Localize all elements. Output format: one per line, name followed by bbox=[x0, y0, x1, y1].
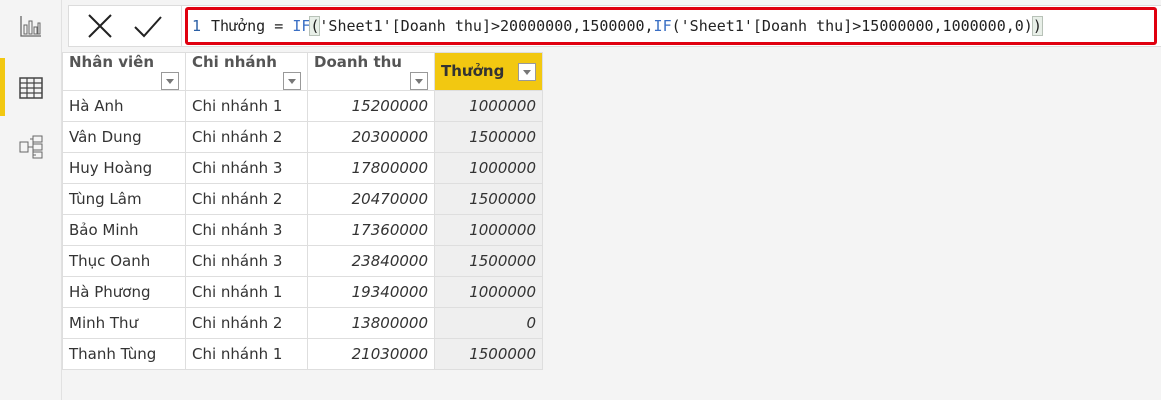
table-row: Thục Oanh Chi nhánh 3 23840000 1500000 bbox=[62, 245, 543, 277]
table-cell[interactable]: 17800000 bbox=[307, 152, 435, 184]
table-cell[interactable]: 1500000 bbox=[434, 245, 543, 277]
dax-formula-input[interactable]: 1 Thưởng = IF('Sheet1'[Doanh thu]>2000000… bbox=[185, 7, 1157, 45]
active-view-indicator bbox=[0, 58, 5, 116]
table-row: Vân Dung Chi nhánh 2 20300000 1500000 bbox=[62, 121, 543, 153]
table-cell[interactable]: 1500000 bbox=[434, 121, 543, 153]
line-number: 1 bbox=[192, 17, 202, 35]
table-cell[interactable]: Minh Thư bbox=[62, 307, 186, 339]
table-row: Tùng Lâm Chi nhánh 2 20470000 1500000 bbox=[62, 183, 543, 215]
table-row: Huy Hoàng Chi nhánh 3 17800000 1000000 bbox=[62, 152, 543, 184]
column-header-label: Chi nhánh bbox=[192, 53, 277, 71]
table-cell[interactable]: Chi nhánh 2 bbox=[185, 183, 308, 215]
table-cell[interactable]: Chi nhánh 3 bbox=[185, 152, 308, 184]
table-cell[interactable]: Chi nhánh 3 bbox=[185, 245, 308, 277]
formula-bar: 1 Thưởng = IF('Sheet1'[Doanh thu]>2000000… bbox=[68, 5, 1161, 47]
cancel-icon[interactable] bbox=[85, 12, 115, 40]
column-header[interactable]: Doanh thu bbox=[307, 52, 435, 91]
column-header-label: Thưởng bbox=[441, 62, 505, 80]
table-cell[interactable]: Vân Dung bbox=[62, 121, 186, 153]
table-row: Bảo Minh Chi nhánh 3 17360000 1000000 bbox=[62, 214, 543, 246]
table-cell[interactable]: 21030000 bbox=[307, 338, 435, 370]
table-cell[interactable]: 23840000 bbox=[307, 245, 435, 277]
column-header[interactable]: Chi nhánh bbox=[185, 52, 308, 91]
table-cell[interactable]: 13800000 bbox=[307, 307, 435, 339]
column-header-label: Doanh thu bbox=[314, 53, 402, 71]
table-row: Thanh Tùng Chi nhánh 1 21030000 1500000 bbox=[62, 338, 543, 370]
column-header[interactable]: Thưởng bbox=[434, 52, 543, 91]
table-cell[interactable]: Chi nhánh 1 bbox=[185, 276, 308, 308]
table-cell[interactable]: 20300000 bbox=[307, 121, 435, 153]
table-cell[interactable]: 1000000 bbox=[434, 152, 543, 184]
filter-dropdown-icon[interactable] bbox=[161, 72, 179, 90]
table-cell[interactable]: Hà Anh bbox=[62, 90, 186, 122]
table-cell[interactable]: 20470000 bbox=[307, 183, 435, 215]
table-cell[interactable]: Huy Hoàng bbox=[62, 152, 186, 184]
table-cell[interactable]: 1000000 bbox=[434, 90, 543, 122]
table-cell[interactable]: Chi nhánh 1 bbox=[185, 90, 308, 122]
table-cell[interactable]: Bảo Minh bbox=[62, 214, 186, 246]
table-cell[interactable]: 1500000 bbox=[434, 183, 543, 215]
formula-text: ('Sheet1'[Doanh thu]>15000000,1000000,0) bbox=[671, 17, 1033, 35]
formula-paren: ) bbox=[1031, 16, 1043, 36]
table-cell[interactable]: Chi nhánh 3 bbox=[185, 214, 308, 246]
model-view-icon[interactable] bbox=[18, 134, 44, 160]
table-cell[interactable]: 1000000 bbox=[434, 276, 543, 308]
commit-check-icon[interactable] bbox=[133, 12, 163, 40]
table-row: Minh Thư Chi nhánh 2 13800000 0 bbox=[62, 307, 543, 339]
table-cell[interactable]: 15200000 bbox=[307, 90, 435, 122]
column-header[interactable]: Nhân viên bbox=[62, 52, 186, 91]
formula-keyword: IF bbox=[292, 17, 311, 35]
table-cell[interactable]: Chi nhánh 1 bbox=[185, 338, 308, 370]
table-cell[interactable]: Chi nhánh 2 bbox=[185, 307, 308, 339]
report-view-icon[interactable] bbox=[18, 13, 44, 39]
table-cell[interactable]: 19340000 bbox=[307, 276, 435, 308]
table-cell[interactable]: 0 bbox=[434, 307, 543, 339]
table-cell[interactable]: Hà Phương bbox=[62, 276, 186, 308]
data-table: Nhân viên Chi nhánh Doanh thu Thưởng Hà Anh… bbox=[62, 52, 543, 370]
table-cell[interactable]: 1000000 bbox=[434, 214, 543, 246]
table-cell[interactable]: Chi nhánh 2 bbox=[185, 121, 308, 153]
filter-dropdown-icon[interactable] bbox=[283, 72, 301, 90]
formula-text: Thưởng = bbox=[211, 17, 293, 35]
formula-actions bbox=[69, 6, 182, 46]
table-cell[interactable]: Thanh Tùng bbox=[62, 338, 186, 370]
filter-dropdown-icon[interactable] bbox=[410, 72, 428, 90]
table-cell[interactable]: 1500000 bbox=[434, 338, 543, 370]
data-view-icon[interactable] bbox=[18, 75, 44, 101]
formula-keyword: IF bbox=[653, 17, 672, 35]
column-header-label: Nhân viên bbox=[69, 53, 155, 71]
table-cell[interactable]: 17360000 bbox=[307, 214, 435, 246]
filter-dropdown-icon[interactable] bbox=[518, 63, 536, 81]
table-row: Hà Anh Chi nhánh 1 15200000 1000000 bbox=[62, 90, 543, 122]
view-sidebar bbox=[0, 0, 62, 400]
table-row: Hà Phương Chi nhánh 1 19340000 1000000 bbox=[62, 276, 543, 308]
table-cell[interactable]: Tùng Lâm bbox=[62, 183, 186, 215]
formula-text: 'Sheet1'[Doanh thu]>20000000,1500000, bbox=[319, 17, 654, 35]
table-cell[interactable]: Thục Oanh bbox=[62, 245, 186, 277]
